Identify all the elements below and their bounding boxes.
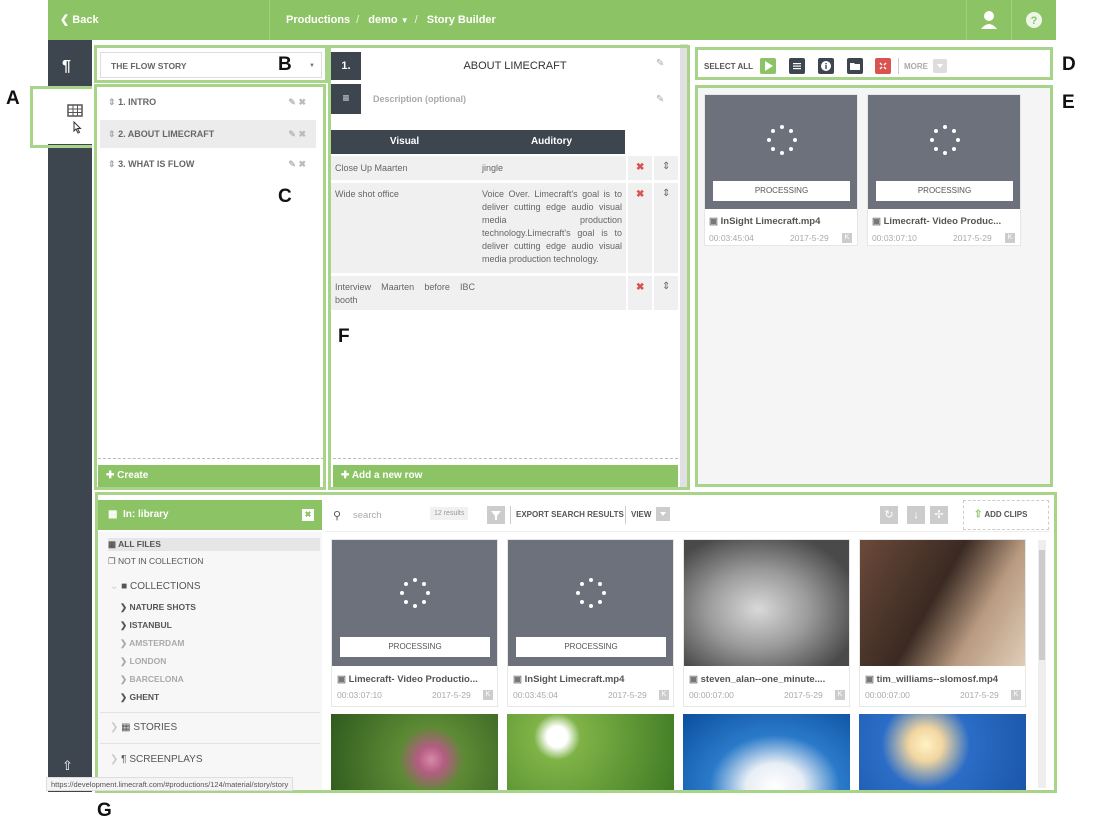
callout-b: B [278, 54, 292, 75]
callout-g: G [97, 800, 112, 821]
highlight-e [695, 85, 1053, 487]
caret-down-icon[interactable]: ▼ [401, 16, 409, 25]
top-bar: ❮ Back Productions / demo ▼ / Story Builde… [48, 0, 1056, 40]
callout-d: D [1062, 54, 1076, 75]
highlight-g [95, 492, 1057, 793]
highlight-c [94, 84, 326, 490]
svg-text:?: ? [1031, 15, 1038, 27]
back-button[interactable]: ❮ Back [48, 0, 270, 40]
chevron-left-icon: ❮ [60, 14, 70, 26]
highlight-d [695, 47, 1053, 80]
crumb-story-builder: Story Builder [426, 14, 496, 26]
callout-a: A [6, 88, 20, 109]
crumb-productions[interactable]: Productions [286, 14, 350, 26]
callout-c: C [278, 186, 292, 207]
user-icon [981, 11, 997, 29]
help-button[interactable]: ? [1011, 0, 1056, 40]
user-button[interactable] [966, 0, 1011, 40]
callout-f: F [338, 326, 350, 347]
pilcrow-icon[interactable]: ¶ [62, 58, 71, 76]
breadcrumb: Productions / demo ▼ / Story Builder [286, 14, 496, 26]
callout-e: E [1062, 92, 1075, 113]
left-rail: ¶ ⇧ [34, 40, 92, 792]
status-url: https://development.limecraft.com/#produ… [46, 777, 294, 791]
upload-icon[interactable]: ⇧ [62, 758, 73, 774]
highlight-a [30, 86, 95, 148]
crumb-demo[interactable]: demo [368, 14, 397, 26]
highlight-f [328, 45, 690, 490]
back-label: Back [72, 14, 99, 26]
help-icon: ? [1026, 12, 1042, 28]
highlight-b [94, 45, 328, 83]
